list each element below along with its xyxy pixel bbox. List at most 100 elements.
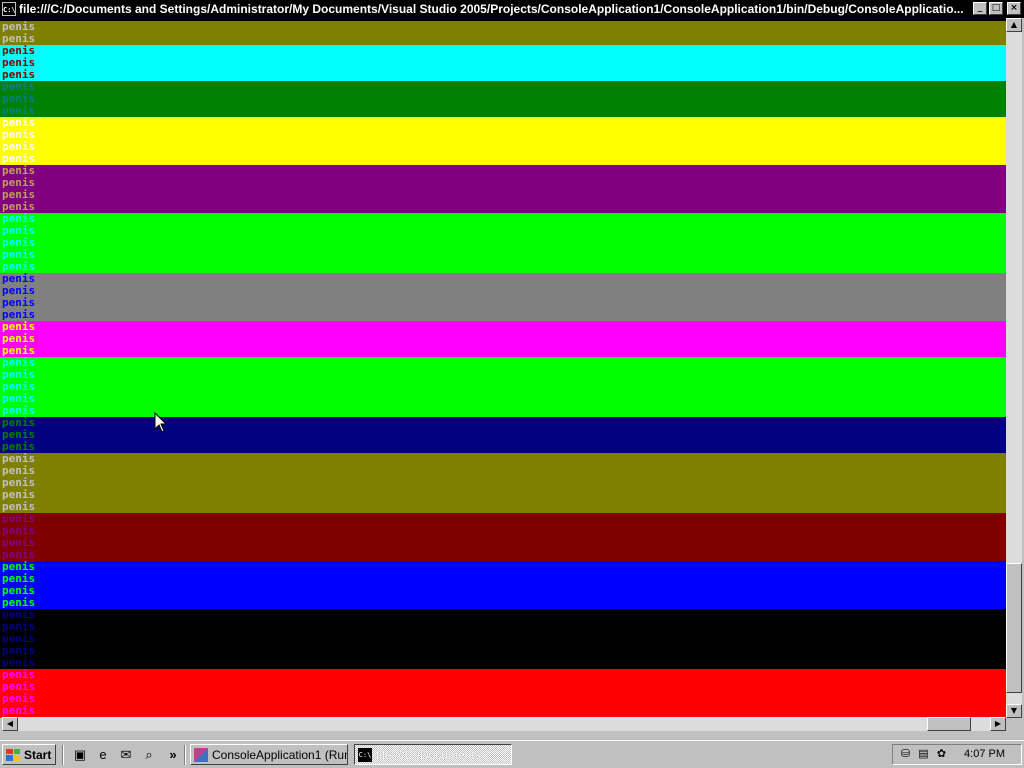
window-title: file:///C:/Documents and Settings/Admini… bbox=[19, 2, 964, 16]
scroll-up-button[interactable]: ▲ bbox=[1006, 18, 1022, 32]
mouse-cursor-icon bbox=[154, 412, 168, 433]
console-line: penis bbox=[2, 477, 42, 489]
taskbar-separator bbox=[184, 745, 186, 765]
horizontal-scroll-thumb[interactable] bbox=[927, 717, 972, 731]
console-line: penis bbox=[2, 633, 42, 645]
console-line: penis bbox=[2, 153, 42, 165]
taskbar: Start ▣ e ✉ ⌕ » ConsoleApplication1 (Run...… bbox=[0, 740, 1024, 768]
console-line: penis bbox=[2, 33, 42, 45]
maximize-button[interactable]: □ bbox=[989, 2, 1003, 15]
console-line: penis bbox=[2, 597, 42, 609]
console-line: penis bbox=[2, 621, 42, 633]
outlook-icon[interactable]: ✉ bbox=[118, 747, 134, 763]
console-line: penis bbox=[2, 573, 42, 585]
console-line: penis bbox=[2, 417, 42, 429]
console-line: penis bbox=[2, 465, 42, 477]
console-line: penis bbox=[2, 405, 42, 417]
console-line: penis bbox=[2, 225, 42, 237]
start-label: Start bbox=[24, 747, 52, 762]
start-button[interactable]: Start bbox=[2, 744, 56, 765]
console-line: penis bbox=[2, 645, 42, 657]
console-line: penis bbox=[2, 213, 42, 225]
console-line: penis bbox=[2, 261, 42, 273]
console-line: penis bbox=[2, 441, 42, 453]
task-button-label: file:///C:/Documents ... bbox=[376, 747, 495, 762]
console-color-band bbox=[0, 117, 1006, 165]
console-line: penis bbox=[2, 369, 42, 381]
console-line: penis bbox=[2, 705, 42, 717]
console-line: penis bbox=[2, 129, 42, 141]
console-icon: C:\ bbox=[358, 747, 372, 762]
console-line: penis bbox=[2, 105, 42, 117]
console-line: penis bbox=[2, 93, 42, 105]
console-line: penis bbox=[2, 549, 42, 561]
scroll-left-button[interactable]: ◀ bbox=[2, 717, 18, 731]
console-color-band bbox=[0, 357, 1006, 417]
quick-launch-chevron-icon[interactable]: » bbox=[165, 747, 181, 763]
console-line: penis bbox=[2, 177, 42, 189]
horizontal-scrollbar[interactable]: ◀ ▶ bbox=[2, 717, 1006, 731]
minimize-button[interactable]: _ bbox=[973, 2, 987, 15]
taskbar-separator bbox=[62, 745, 64, 765]
console-icon: C:\ bbox=[2, 2, 16, 16]
console-line: penis bbox=[2, 561, 42, 573]
scroll-right-button[interactable]: ▶ bbox=[990, 717, 1006, 731]
network-icon[interactable]: ⛁ bbox=[899, 748, 912, 761]
console-output[interactable]: penis penis penis penis penis penis penis penis… bbox=[0, 18, 1008, 718]
console-line: penis bbox=[2, 309, 42, 321]
console-line: penis bbox=[2, 489, 42, 501]
search-icon[interactable]: ⌕ bbox=[141, 747, 157, 763]
console-line: penis bbox=[2, 165, 42, 177]
console-line: penis bbox=[2, 69, 42, 81]
console-color-band bbox=[0, 21, 1006, 45]
console-line: penis bbox=[2, 237, 42, 249]
ie-icon[interactable]: e bbox=[95, 747, 111, 763]
console-color-band bbox=[0, 417, 1006, 453]
console-line: penis bbox=[2, 393, 42, 405]
console-line: penis bbox=[2, 321, 42, 333]
console-color-band bbox=[0, 165, 1006, 213]
console-line: penis bbox=[2, 513, 42, 525]
console-line: penis bbox=[2, 693, 42, 705]
console-line: penis bbox=[2, 117, 42, 129]
console-line: penis bbox=[2, 345, 42, 357]
console-color-band bbox=[0, 273, 1006, 321]
task-button-label: ConsoleApplication1 (Run... bbox=[212, 747, 348, 762]
close-button[interactable]: × bbox=[1007, 2, 1021, 15]
system-tray: ⛁ ▤ ✿ 4:07 PM bbox=[892, 744, 1022, 765]
console-line: penis bbox=[2, 525, 42, 537]
console-line: penis bbox=[2, 657, 42, 669]
console-line: penis bbox=[2, 357, 42, 369]
tray-app-icon[interactable]: ▤ bbox=[917, 748, 930, 761]
console-color-band bbox=[0, 513, 1006, 561]
visual-studio-icon bbox=[194, 747, 208, 762]
vertical-scrollbar[interactable]: ▲ ▼ bbox=[1006, 18, 1022, 718]
console-color-band bbox=[0, 81, 1006, 117]
console-color-band bbox=[0, 609, 1006, 669]
window-title-bar[interactable]: C:\ file:///C:/Documents and Settings/Ad… bbox=[0, 0, 1024, 18]
clock[interactable]: 4:07 PM bbox=[964, 748, 1005, 760]
console-line: penis bbox=[2, 609, 42, 621]
console-color-band bbox=[0, 321, 1006, 357]
console-color-band bbox=[0, 45, 1006, 81]
console-line: penis bbox=[2, 381, 42, 393]
console-line: penis bbox=[2, 57, 42, 69]
msn-icon[interactable]: ✿ bbox=[935, 748, 948, 761]
vertical-scroll-thumb[interactable] bbox=[1006, 563, 1022, 694]
show-desktop-icon[interactable]: ▣ bbox=[72, 747, 88, 763]
console-color-band bbox=[0, 561, 1006, 609]
task-button[interactable]: C:\ file:///C:/Documents ... bbox=[354, 744, 512, 765]
console-color-band bbox=[0, 669, 1006, 717]
console-line: penis bbox=[2, 333, 42, 345]
windows-logo-icon bbox=[6, 748, 20, 761]
console-line: penis bbox=[2, 297, 42, 309]
scroll-down-button[interactable]: ▼ bbox=[1006, 704, 1022, 718]
console-line: penis bbox=[2, 453, 42, 465]
console-line: penis bbox=[2, 429, 42, 441]
task-button[interactable]: ConsoleApplication1 (Run... bbox=[190, 744, 348, 765]
console-color-band bbox=[0, 453, 1006, 513]
console-line: penis bbox=[2, 585, 42, 597]
console-line: penis bbox=[2, 273, 42, 285]
console-line: penis bbox=[2, 81, 42, 93]
console-line: penis bbox=[2, 45, 42, 57]
